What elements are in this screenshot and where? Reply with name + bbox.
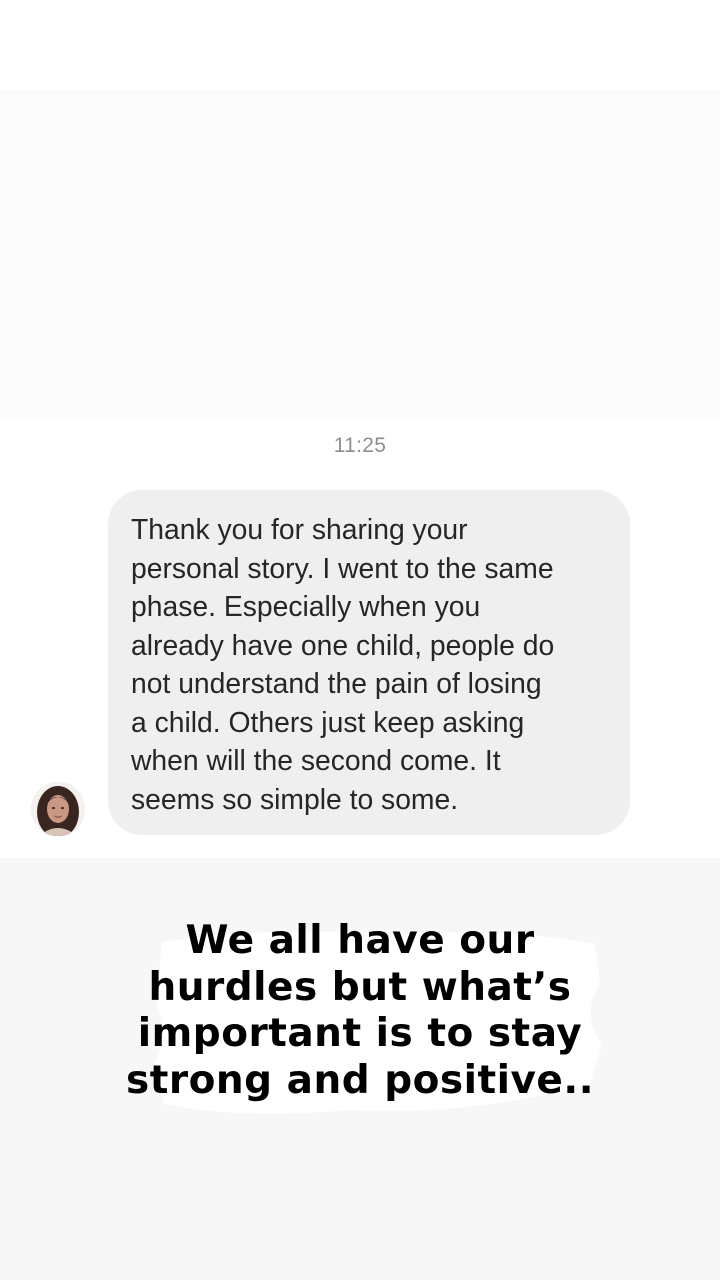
message-line: seems so simple to some. <box>131 782 459 815</box>
story-background-top <box>0 0 720 420</box>
caption-line: We all have our <box>185 918 535 963</box>
message-line: already have one child, people do <box>131 628 555 661</box>
caption-line: strong and positive.. <box>125 1057 595 1103</box>
caption-line: important is to stay <box>137 1011 583 1056</box>
profile-photo-icon <box>31 782 85 836</box>
sender-avatar[interactable] <box>31 782 85 836</box>
story-caption: We all have our hurdles but what’s impor… <box>110 918 610 1104</box>
message-line: Thank you for sharing your <box>131 513 468 545</box>
message-line: not understand the pain of losing <box>131 667 542 699</box>
message-line: when will the second come. It <box>131 744 501 776</box>
message-timestamp: 11:25 <box>333 434 387 457</box>
message-line: a child. Others just keep asking <box>131 705 525 738</box>
story-background-bottom: We all have our hurdles but what’s impor… <box>0 858 720 1280</box>
caption-line: hurdles but what’s <box>148 964 572 1010</box>
received-message-bubble: Thank you for sharing your personal stor… <box>108 490 630 835</box>
message-line: phase. Especially when you <box>131 590 481 622</box>
message-thread: 11:25 Thank you for sharing your persona… <box>0 420 720 858</box>
message-line: personal story. I went to the same <box>131 551 554 584</box>
